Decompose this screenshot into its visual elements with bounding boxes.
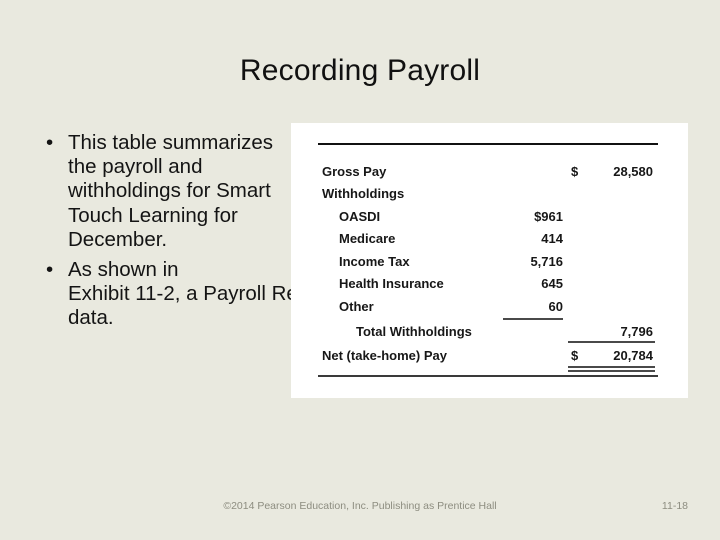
row-amount: 20,784	[613, 348, 653, 363]
withholdings-subtotal-rule	[503, 318, 563, 320]
row-label: OASDI	[339, 209, 381, 224]
table-row: Net (take-home) Pay $ 20,784	[291, 348, 688, 367]
table-row: Total Withholdings 7,796	[291, 324, 688, 343]
bullet-text-2-line1: As shown in	[68, 258, 179, 282]
table-row: Health Insurance 645	[291, 276, 688, 295]
row-label: Net (take-home) Pay	[322, 348, 447, 363]
table-bottom-rule	[318, 375, 658, 377]
row-label: Withholdings	[322, 186, 405, 201]
footer-copyright: ©2014 Pearson Education, Inc. Publishing…	[223, 500, 497, 512]
slide-canvas: Recording Payroll • This table summarize…	[0, 0, 720, 540]
row-amount: 7,796	[620, 324, 653, 339]
page-title: Recording Payroll	[239, 54, 481, 87]
row-label: Health Insurance	[339, 276, 444, 291]
bullet-marker-icon: •	[46, 131, 54, 154]
row-middle-value: 645	[541, 276, 563, 291]
table-row: Income Tax 5,716	[291, 254, 688, 273]
row-middle-value: 5,716	[530, 254, 563, 269]
table-top-rule	[318, 143, 658, 145]
row-middle-value: 60	[548, 299, 563, 314]
bullet-marker-icon: •	[46, 258, 54, 282]
table-row: Other 60	[291, 299, 688, 318]
row-middle-value: 414	[541, 231, 563, 246]
bullet-item-1: • This table summarizes the payroll and …	[36, 131, 298, 252]
row-label: Gross Pay	[322, 164, 387, 179]
net-pay-double-rule-bottom	[568, 370, 655, 372]
row-label: Total Withholdings	[356, 324, 472, 339]
payroll-table: Gross Pay $ 28,580 Withholdings OASDI $9…	[291, 123, 688, 398]
table-row: Gross Pay $ 28,580	[291, 164, 688, 183]
row-label: Medicare	[339, 231, 396, 246]
row-currency-symbol: $	[571, 348, 579, 363]
table-row: Medicare 414	[291, 231, 688, 250]
table-row: Withholdings	[291, 186, 688, 205]
row-label: Other	[339, 299, 374, 314]
row-amount: 28,580	[613, 164, 653, 179]
footer-page-number: 11-18	[661, 500, 688, 512]
payroll-table-panel: Gross Pay $ 28,580 Withholdings OASDI $9…	[291, 123, 688, 398]
row-currency-symbol: $	[571, 164, 579, 179]
table-row: OASDI $961	[291, 209, 688, 228]
row-middle-value: $961	[534, 209, 563, 224]
bullet-text-1: This table summarizes the payroll and wi…	[68, 131, 274, 251]
row-label: Income Tax	[339, 254, 410, 269]
